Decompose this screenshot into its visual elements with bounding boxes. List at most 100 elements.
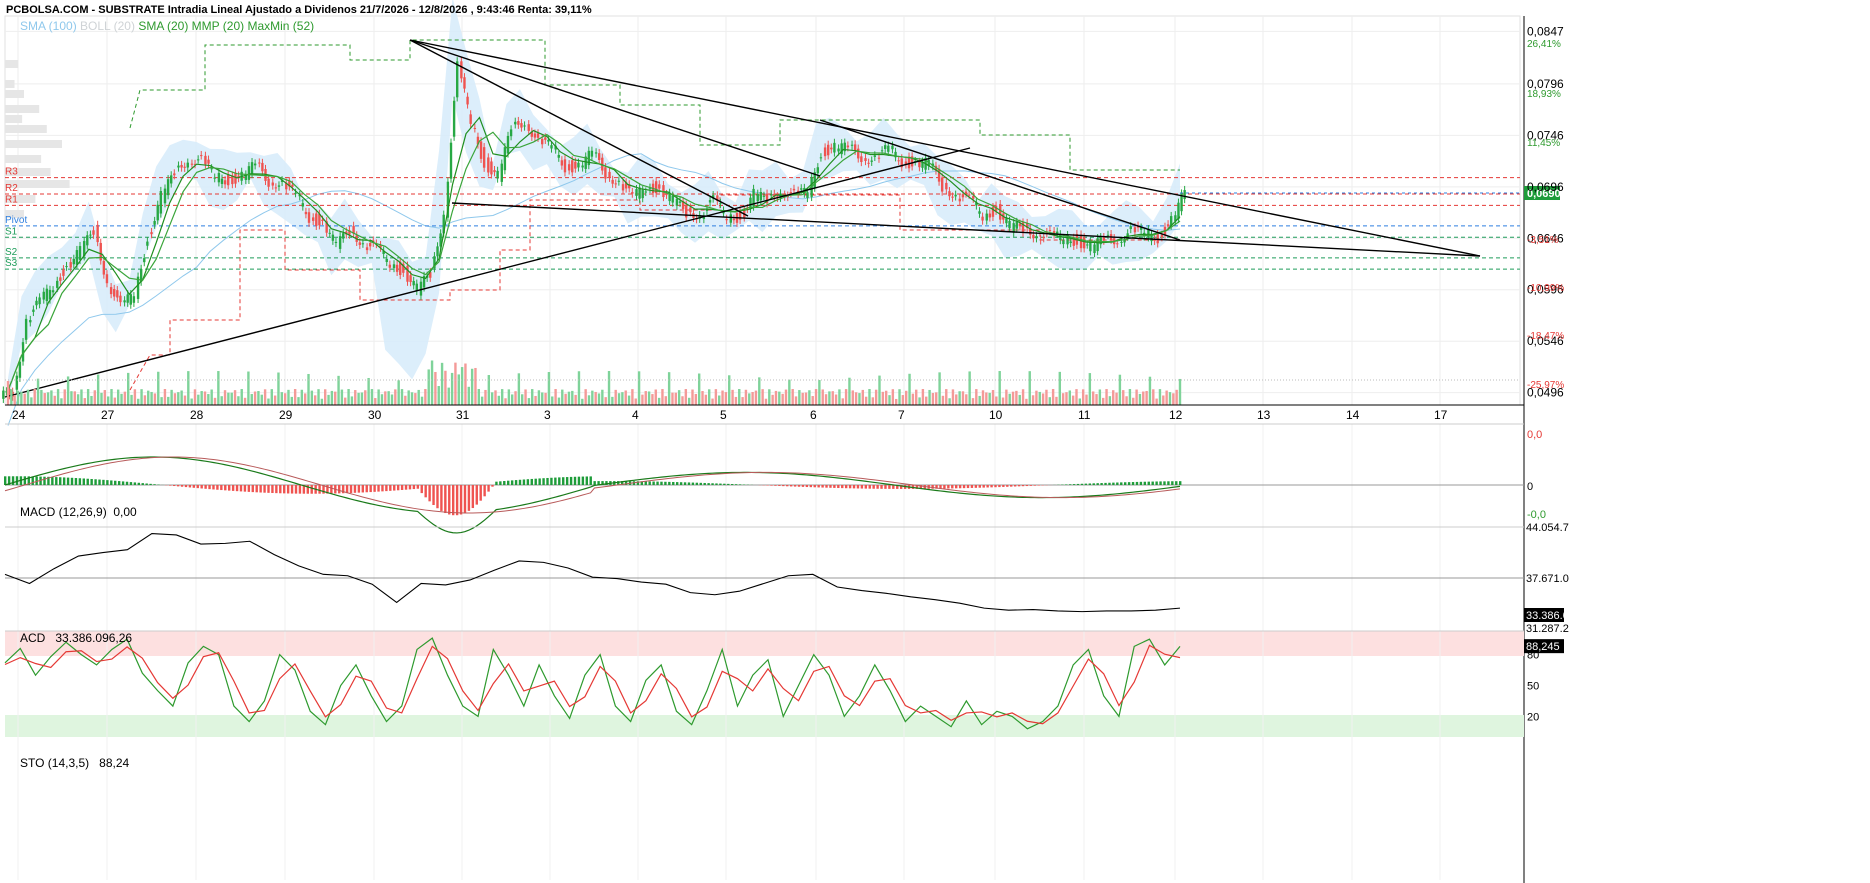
candle-body [126, 294, 129, 303]
macd-hist-bar [813, 485, 816, 488]
macd-hist-bar [133, 482, 137, 485]
macd-hist-bar [534, 478, 537, 485]
volume-bar [327, 394, 330, 405]
macd-hist-bar [880, 485, 883, 489]
macd-hist-bar [947, 485, 950, 489]
candle-body [204, 155, 207, 165]
candle-body [826, 144, 830, 156]
volume-bar [1152, 389, 1155, 405]
candle-body [1018, 223, 1022, 227]
candle-body [544, 137, 547, 140]
volume-bar [627, 395, 631, 405]
volume-bar [1112, 390, 1115, 405]
candle-body [213, 177, 216, 179]
volume-bar [394, 389, 397, 405]
macd-hist-bar [731, 484, 734, 485]
legend-sma20: SMA (20) [138, 19, 189, 33]
candle-body [756, 193, 759, 202]
candle-body [988, 213, 992, 218]
macd-hist-bar [1112, 482, 1115, 485]
candle-body [541, 138, 544, 145]
candle-body [517, 121, 520, 125]
volume-bar [1102, 397, 1105, 405]
candle-body [918, 161, 921, 168]
candle-body [490, 161, 493, 175]
candle-body [887, 145, 890, 152]
volume-bar [267, 398, 270, 405]
candle-body [365, 247, 369, 251]
macd-hist-bar [581, 476, 585, 485]
volume-bar [998, 371, 1001, 405]
volume-bar [584, 389, 587, 405]
macd-hist-bar [129, 482, 133, 485]
volume-bar [1008, 393, 1011, 405]
volume-bar [521, 394, 524, 405]
volume-bar [127, 372, 130, 405]
volume-bar [500, 389, 504, 405]
x-tick-label: 27 [101, 408, 115, 422]
candle-body [473, 127, 477, 129]
volume-bar [6, 381, 10, 405]
volume-bar [460, 367, 464, 405]
volume-bar [450, 372, 454, 405]
macd-hist-bar [200, 485, 203, 489]
candle-body [571, 160, 574, 173]
macd-hist-bar [428, 485, 431, 502]
volume-bar [634, 398, 637, 405]
candle-body [419, 281, 423, 296]
volume-bar [838, 389, 841, 405]
macd-hist-bar [1068, 484, 1072, 485]
macd-hist-bar [522, 479, 526, 485]
volume-bar [140, 389, 143, 405]
volume-bar [831, 391, 834, 405]
macd-hist-bar [1033, 485, 1036, 486]
macd-hist-bar [825, 485, 828, 488]
volume-bar [697, 373, 701, 405]
volume-bar [811, 396, 814, 405]
macd-hist-bar [436, 485, 439, 509]
acd-value: 33.386.096,26 [55, 631, 133, 645]
candle-body [274, 187, 278, 189]
candle-body [200, 155, 203, 157]
volume-bar [297, 397, 300, 405]
volume-bar [971, 398, 975, 405]
volume-bar [380, 394, 384, 405]
bollinger-band [8, 0, 1180, 403]
macd-hist-bar [715, 483, 718, 485]
volume-bar [1098, 389, 1102, 405]
volume-bar [1068, 390, 1072, 405]
x-tick-label: 5 [720, 408, 727, 422]
volume-bar [617, 393, 621, 405]
volume-bar [170, 389, 173, 405]
volume-bar [374, 398, 377, 405]
macd-hist-bar [1139, 481, 1143, 485]
macd-hist-bar [90, 478, 93, 485]
x-tick-label: 7 [898, 408, 905, 422]
macd-value: 0,00 [113, 505, 137, 519]
candle-body [304, 211, 308, 215]
macd-label: MACD (12,26,9) 0,00 [20, 505, 137, 519]
volume-bar [965, 394, 968, 405]
macd-hist-bar [180, 485, 184, 487]
macd-hist-bar [1010, 485, 1013, 487]
volume-bar [307, 373, 310, 405]
volume-bar [975, 389, 978, 405]
volume-bar [187, 371, 190, 405]
macd-hist-bar [251, 485, 254, 493]
macd-title: MACD (12,26,9) [20, 505, 107, 519]
volume-bar [417, 389, 420, 405]
volume-bar [497, 395, 501, 405]
volume-bar [1001, 397, 1005, 405]
volume-bar [103, 390, 107, 405]
volume-bar [273, 395, 277, 405]
macd-hist-bar [503, 481, 506, 485]
volume-bar [524, 389, 527, 405]
candle-body [116, 290, 119, 298]
volume-bar [851, 390, 854, 405]
macd-hist-bar [1104, 482, 1107, 485]
macd-hist-bar [546, 477, 549, 485]
y-tick-label: 0,0847 [1527, 24, 1564, 38]
volume-bar [804, 392, 808, 405]
macd-hist-bar [369, 485, 372, 493]
volume-bar [257, 391, 260, 405]
